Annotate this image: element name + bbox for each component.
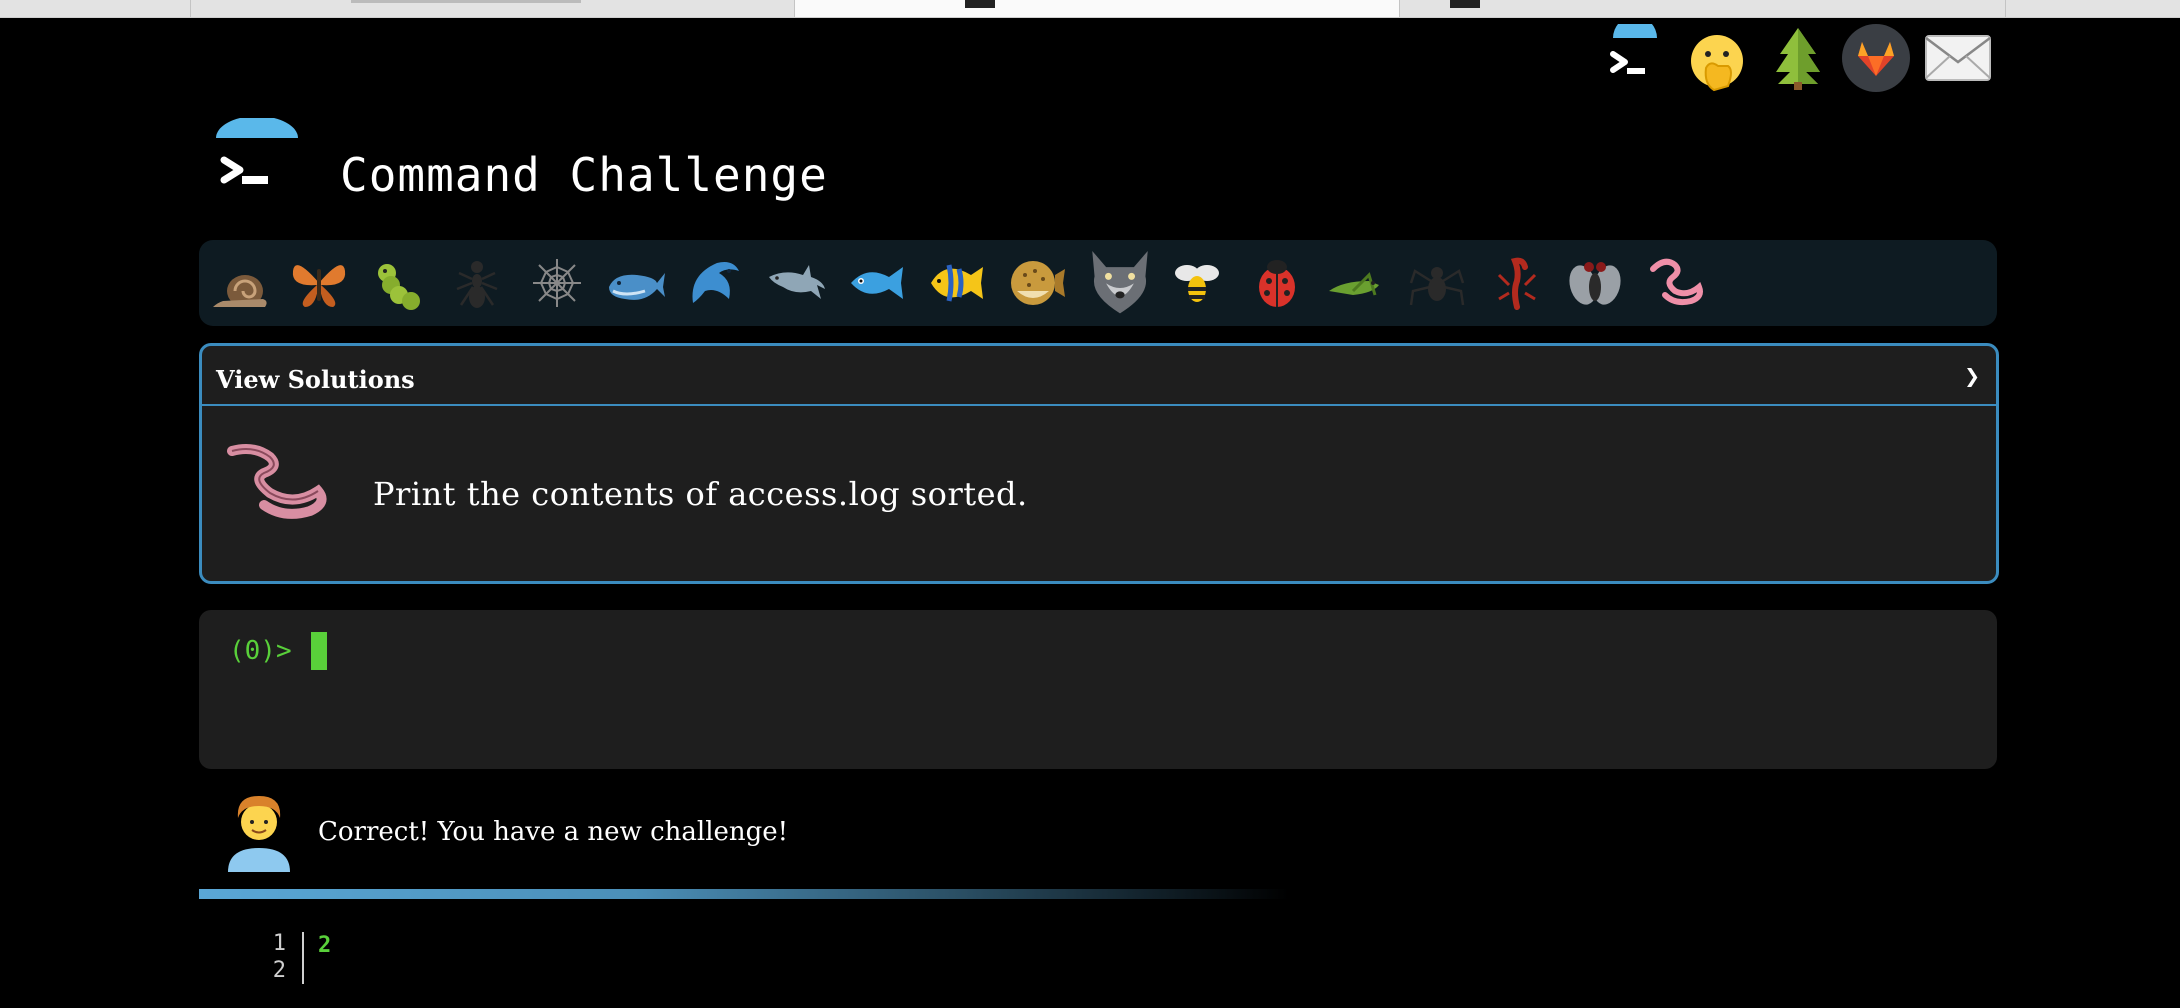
terminal-input-area[interactable]: (0)>: [199, 610, 1997, 769]
envelope-icon[interactable]: [1924, 34, 1992, 82]
spider-icon[interactable]: [1405, 251, 1469, 315]
dolphin-jump-icon[interactable]: [683, 251, 747, 315]
view-solutions-toggle[interactable]: View Solutions ❯: [202, 346, 1996, 406]
view-solutions-label: View Solutions: [216, 365, 415, 394]
browser-tab[interactable]: [0, 0, 191, 17]
worm-icon: [227, 444, 327, 519]
face-with-hand-over-mouth-icon[interactable]: [1688, 32, 1746, 94]
dolphin-icon[interactable]: [765, 251, 829, 315]
spider-web-icon[interactable]: [525, 251, 589, 315]
line-gutter-divider: [302, 932, 304, 984]
command-output: 2: [318, 933, 332, 958]
browser-tab[interactable]: [191, 0, 795, 17]
browser-tab[interactable]: [1400, 0, 2006, 17]
fly-icon[interactable]: [1563, 251, 1627, 315]
line-number: 1: [272, 931, 286, 956]
chevron-right-icon: ❯: [1964, 362, 1980, 392]
worm-icon[interactable]: [1645, 251, 1709, 315]
terminal-icon[interactable]: [1605, 24, 1665, 86]
progress-bar: [199, 889, 1289, 899]
wolf-icon[interactable]: [1083, 244, 1157, 318]
terminal-prompt: (0)>: [229, 636, 292, 666]
tab-favicon-icon: [1450, 0, 1480, 8]
challenge-levels-bar: [199, 240, 1997, 326]
ladybug-icon[interactable]: [1245, 251, 1309, 315]
page-title: Command Challenge: [340, 148, 828, 202]
ant-icon[interactable]: [445, 251, 509, 315]
caterpillar-icon[interactable]: [367, 251, 431, 315]
tropical-fish-icon[interactable]: [925, 251, 989, 315]
line-number: 2: [272, 958, 286, 983]
fish-icon[interactable]: [845, 251, 909, 315]
gitlab-icon[interactable]: [1842, 24, 1910, 92]
tab-favicon-icon: [965, 0, 995, 8]
browser-tab-strip: [0, 0, 2180, 18]
browser-tab-active[interactable]: [795, 0, 1400, 17]
blowfish-icon[interactable]: [1003, 251, 1067, 315]
cricket-icon[interactable]: [1323, 251, 1387, 315]
line-numbers: 1 2: [262, 930, 286, 984]
terminal-cursor: [311, 632, 327, 670]
whale-icon[interactable]: [605, 251, 669, 315]
bee-icon[interactable]: [1165, 251, 1229, 315]
feedback-message: Correct! You have a new challenge!: [318, 817, 789, 847]
challenge-prompt: Print the contents of access.log sorted.: [373, 475, 1028, 513]
browser-tab[interactable]: [2006, 0, 2180, 17]
challenge-panel: View Solutions ❯ Print the contents of a…: [199, 343, 1999, 584]
evergreen-tree-icon[interactable]: [1772, 26, 1824, 92]
person-curly-hair-icon: [228, 796, 290, 872]
butterfly-icon[interactable]: [287, 251, 351, 315]
scorpion-icon[interactable]: [1485, 251, 1549, 315]
snail-icon[interactable]: [209, 251, 273, 315]
terminal-logo-icon[interactable]: [216, 118, 298, 200]
